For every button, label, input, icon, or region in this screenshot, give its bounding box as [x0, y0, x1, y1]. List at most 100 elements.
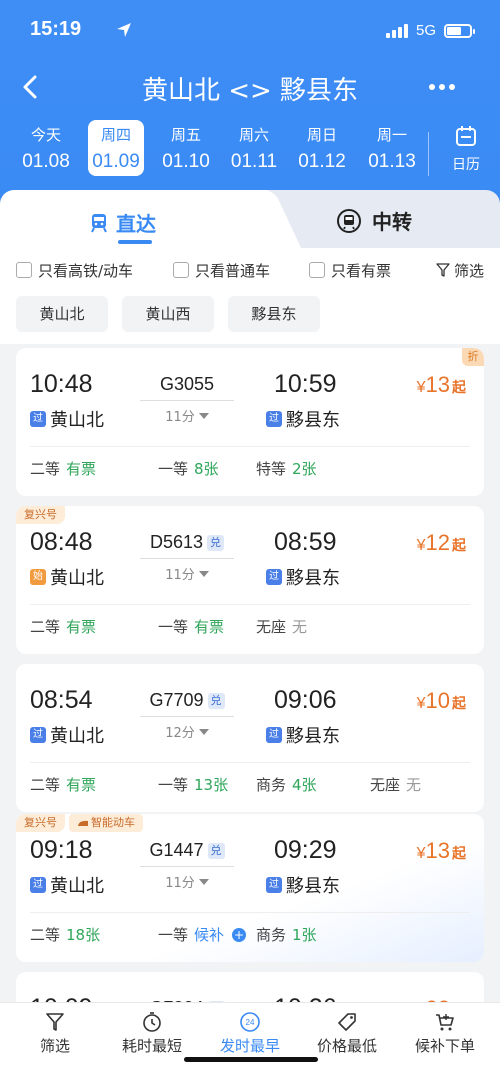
arrival-time: 09:06: [274, 686, 337, 714]
more-icon[interactable]: [428, 72, 456, 92]
tab-transfer[interactable]: 中转: [336, 206, 412, 235]
waitlist-order-button[interactable]: 候补下单: [400, 1009, 490, 1056]
checkbox-icon: [309, 262, 325, 278]
departure-station: 过黄山北: [30, 722, 104, 748]
station-chip[interactable]: 黄山西: [122, 296, 214, 332]
filter-button[interactable]: 筛选: [436, 260, 484, 281]
tab-direct[interactable]: 直达: [90, 208, 156, 244]
transfer-icon: [337, 208, 361, 233]
divider: [30, 446, 470, 447]
date-item[interactable]: 周六 01.11: [224, 120, 284, 173]
sort-cheapest-button[interactable]: 价格最低: [302, 1009, 392, 1056]
seat-info: 商务 1张: [256, 926, 317, 944]
caret-down-icon: [198, 412, 209, 419]
departure-time: 10:48: [30, 370, 93, 398]
svg-text:24: 24: [246, 1018, 255, 1027]
seat-row: 二等 有票 一等 有票 无座无: [30, 616, 470, 640]
checkbox-icon: [173, 262, 189, 278]
duration[interactable]: 11分: [140, 872, 234, 891]
date-item[interactable]: 周日 01.12: [292, 120, 352, 173]
divider: [428, 132, 429, 176]
pass-tag: 过: [266, 727, 282, 743]
departure-station: 过黄山北: [30, 406, 104, 432]
nav-bar: 黄山北 <> 黟县东: [0, 68, 500, 108]
clock-24-icon: 24: [240, 1012, 260, 1032]
train-card[interactable]: 折 10:48 G3055 11分 10:59 ¥13 起 过黄山北 过黟县东 二…: [16, 348, 484, 496]
date-item-selected[interactable]: 周四 01.09: [88, 120, 144, 176]
calendar-icon: [456, 126, 476, 146]
start-tag: 始: [30, 569, 46, 585]
tab-underline: [118, 240, 152, 244]
station-chips: 黄山北 黄山西 黟县东: [16, 296, 320, 332]
departure-time: 08:54: [30, 686, 93, 714]
price-tag-icon: [338, 1013, 356, 1031]
date-item[interactable]: 周五 01.10: [156, 120, 216, 173]
arrival-station: 过黟县东: [266, 872, 340, 898]
tab-bar: 直达 中转: [0, 190, 500, 250]
filter-row: 只看高铁/动车 只看普通车 只看有票 筛选: [16, 258, 484, 282]
train-number: G1447 兑: [140, 840, 234, 861]
date-item[interactable]: 周一 01.13: [362, 120, 422, 173]
divider: [140, 716, 234, 717]
fuxing-badge: 复兴号: [16, 814, 65, 832]
train-card[interactable]: 复兴号 智能动车 09:18 G1447 兑 11分 09:29 ¥13 起 过黄山…: [16, 814, 484, 962]
divider: [140, 866, 234, 867]
date-selector: 今天 01.08 周四 01.09 周五 01.10 周六 01.11 周日 0…: [10, 120, 500, 178]
duration[interactable]: 11分: [140, 564, 234, 583]
caret-down-icon: [198, 570, 209, 577]
seat-row: 二等 有票 一等 8张 特等 2张: [30, 458, 470, 482]
seat-info: 二等 18张: [30, 926, 101, 944]
train-card[interactable]: 复兴号 08:48 D5613 兑 11分 08:59 ¥12 起 始黄山北 过黟县…: [16, 506, 484, 654]
seat-row: 二等 有票 一等 13张 商务 4张 无座无: [30, 774, 470, 798]
station-chip[interactable]: 黟县东: [228, 296, 320, 332]
seat-info: 商务 4张: [256, 776, 317, 794]
battery-icon: [444, 23, 475, 38]
duration[interactable]: 11分: [140, 406, 234, 425]
seat-info: 一等 13张: [158, 776, 229, 794]
price: ¥13 起: [416, 838, 466, 863]
funnel-icon: [436, 263, 450, 277]
page-title: 黄山北 <> 黟县东: [141, 76, 359, 106]
status-time: 15:19: [30, 18, 82, 40]
arrival-station: 过黟县东: [266, 564, 340, 590]
station-chip[interactable]: 黄山北: [16, 296, 108, 332]
date-item[interactable]: 今天 01.08: [16, 120, 76, 173]
seat-info: 二等 有票: [30, 618, 97, 636]
train-front-icon: [78, 820, 88, 826]
arrival-station: 过黟县东: [266, 722, 340, 748]
filter-available[interactable]: 只看有票: [309, 260, 391, 281]
departure-station: 始黄山北: [30, 564, 104, 590]
seat-info: 一等 候补 +: [158, 926, 247, 944]
price: ¥13 起: [416, 372, 466, 397]
pass-tag: 过: [266, 877, 282, 893]
train-number: D5613 兑: [140, 532, 234, 553]
caret-down-icon: [198, 728, 209, 735]
sort-earliest-button[interactable]: 24 发时最早: [205, 1009, 295, 1056]
seat-info: 二等 有票: [30, 460, 97, 478]
divider: [30, 762, 470, 763]
duration[interactable]: 12分: [140, 722, 234, 741]
caret-down-icon: [198, 878, 209, 885]
departure-station: 过黄山北: [30, 872, 104, 898]
exchange-tag: 兑: [207, 842, 225, 859]
filter-high-speed[interactable]: 只看高铁/动车: [16, 260, 133, 281]
location-arrow-icon: [116, 22, 132, 42]
sort-shortest-button[interactable]: 耗时最短: [107, 1009, 197, 1056]
exchange-tag: 兑: [207, 534, 225, 551]
sort-filter-button[interactable]: 筛选: [10, 1009, 100, 1056]
price: ¥10 起: [416, 688, 466, 713]
train-card[interactable]: 08:54 G7709 兑 12分 09:06 ¥10 起 过黄山北 过黟县东 二等…: [16, 664, 484, 812]
pass-tag: 过: [30, 727, 46, 743]
calendar-button[interactable]: 日历: [444, 124, 488, 174]
pass-tag: 过: [30, 411, 46, 427]
checkbox-icon: [16, 262, 32, 278]
seat-info: 二等 有票: [30, 776, 97, 794]
seat-row: 二等 18张 一等 候补 + 商务 1张: [30, 924, 470, 948]
bottom-toolbar: 筛选 耗时最短 24 发时最早 价格最低 候补下单: [0, 1002, 500, 1068]
filter-normal[interactable]: 只看普通车: [173, 260, 270, 281]
train-number: G7709 兑: [140, 690, 234, 711]
pass-tag: 过: [266, 569, 282, 585]
arrival-time: 09:29: [274, 836, 337, 864]
fuxing-badge: 复兴号: [16, 506, 65, 524]
plus-icon[interactable]: +: [232, 927, 247, 942]
